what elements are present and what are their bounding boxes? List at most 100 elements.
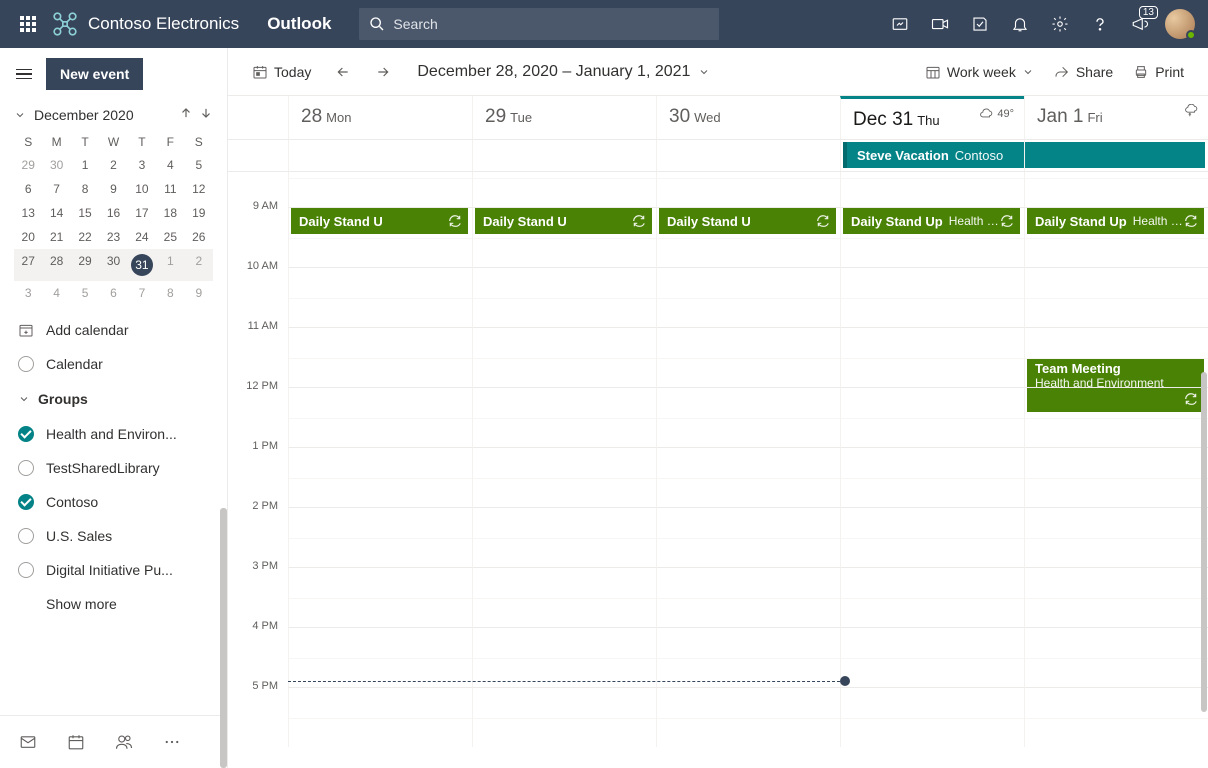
group-calendar-item[interactable]: Health and Environ... [0,417,227,451]
time-slot[interactable] [840,507,1024,567]
group-checkbox[interactable] [18,528,34,544]
time-slot[interactable] [840,627,1024,687]
mini-day-cell[interactable]: 6 [99,281,127,305]
time-slot[interactable] [288,172,472,207]
mini-day-cell[interactable]: 7 [128,281,156,305]
time-slot[interactable] [1024,687,1208,747]
time-slot[interactable] [656,507,840,567]
time-slot[interactable] [656,387,840,447]
mini-day-cell[interactable]: 31 [128,249,156,281]
time-slot[interactable] [472,387,656,447]
allday-row[interactable]: Steve Vacation Contoso [228,140,1208,172]
mini-day-cell[interactable]: 7 [42,177,70,201]
weather-indicator[interactable]: 49° [979,107,1014,121]
mini-day-cell[interactable]: 8 [71,177,99,201]
app-launcher-button[interactable] [8,0,48,48]
mini-day-cell[interactable]: 13 [14,201,42,225]
time-slot[interactable] [472,567,656,627]
help-icon[interactable] [1080,0,1120,48]
mini-day-cell[interactable]: 1 [71,153,99,177]
mini-day-cell[interactable]: 26 [185,225,213,249]
time-slot[interactable]: Daily Stand U [656,207,840,267]
day-header[interactable]: 30Wed [656,96,840,139]
mini-day-cell[interactable]: 1 [156,249,184,281]
time-slot[interactable] [840,267,1024,327]
mini-day-cell[interactable]: 25 [156,225,184,249]
mini-day-cell[interactable]: 19 [185,201,213,225]
mini-day-cell[interactable]: 27 [14,249,42,281]
more-modules-button[interactable] [152,724,192,760]
mini-day-cell[interactable]: 16 [99,201,127,225]
mini-day-cell[interactable]: 9 [99,177,127,201]
time-slot[interactable] [656,267,840,327]
time-slot[interactable] [472,627,656,687]
today-button[interactable]: Today [244,58,319,86]
day-header[interactable]: 29Tue [472,96,656,139]
group-calendar-item[interactable]: U.S. Sales [0,519,227,553]
time-slot[interactable] [840,327,1024,387]
mini-day-cell[interactable]: 14 [42,201,70,225]
calendar-event[interactable]: Daily Stand UpHealth and Environment [843,208,1020,234]
mini-day-cell[interactable]: 8 [156,281,184,305]
mini-day-cell[interactable]: 10 [128,177,156,201]
mail-module-button[interactable] [8,724,48,760]
time-slot[interactable] [840,687,1024,747]
day-header[interactable]: 28Mon [288,96,472,139]
nav-toggle-button[interactable] [12,62,36,87]
mini-day-cell[interactable]: 22 [71,225,99,249]
mini-day-cell[interactable]: 23 [99,225,127,249]
group-checkbox[interactable] [18,460,34,476]
sidebar-scrollbar[interactable] [220,508,227,768]
group-checkbox[interactable] [18,562,34,578]
mini-day-cell[interactable]: 18 [156,201,184,225]
time-slot[interactable]: Daily Stand UpHealth and Environ [1024,207,1208,267]
add-calendar-button[interactable]: Add calendar [0,313,227,347]
time-slot[interactable]: Daily Stand U [472,207,656,267]
mini-day-cell[interactable]: 29 [71,249,99,281]
group-calendar-item[interactable]: TestSharedLibrary [0,451,227,485]
people-module-button[interactable] [104,724,144,760]
mini-day-cell[interactable]: 3 [128,153,156,177]
next-month-button[interactable] [199,106,213,123]
time-slot[interactable] [288,687,472,747]
time-slot[interactable]: Daily Stand UpHealth and Environment [840,207,1024,267]
tasks-icon[interactable] [960,0,1000,48]
mini-day-cell[interactable]: 28 [42,249,70,281]
teams-call-icon[interactable] [880,0,920,48]
calendar-event[interactable]: Daily Stand U [659,208,836,234]
time-slot[interactable] [472,172,656,207]
mini-day-cell[interactable]: 3 [14,281,42,305]
time-slot[interactable] [1024,387,1208,447]
mini-day-cell[interactable]: 21 [42,225,70,249]
time-slot[interactable]: Daily Stand U [288,207,472,267]
time-slot[interactable] [840,172,1024,207]
group-calendar-item[interactable]: Contoso [0,485,227,519]
announcements-icon[interactable]: 13 [1120,0,1160,48]
time-slot[interactable] [1024,507,1208,567]
mini-day-cell[interactable]: 20 [14,225,42,249]
group-checkbox[interactable] [18,426,34,442]
mini-day-cell[interactable]: 24 [128,225,156,249]
notifications-icon[interactable] [1000,0,1040,48]
mini-day-cell[interactable]: 6 [14,177,42,201]
groups-section-header[interactable]: Groups [0,381,227,417]
mini-day-cell[interactable]: 17 [128,201,156,225]
calendar-module-button[interactable] [56,724,96,760]
group-checkbox[interactable] [18,494,34,510]
mini-day-cell[interactable]: 4 [156,153,184,177]
mini-day-cell[interactable]: 9 [185,281,213,305]
print-button[interactable]: Print [1125,58,1192,86]
settings-icon[interactable] [1040,0,1080,48]
share-button[interactable]: Share [1046,58,1121,86]
calendar-event[interactable]: Daily Stand U [291,208,468,234]
calendar-scrollbar[interactable] [1201,372,1207,712]
time-slot[interactable] [656,327,840,387]
time-slot[interactable] [288,447,472,507]
time-slot[interactable] [1024,267,1208,327]
mini-day-cell[interactable]: 2 [185,249,213,281]
time-slot[interactable] [288,267,472,327]
date-range-picker[interactable]: December 28, 2020 – January 1, 2021 [417,63,710,81]
time-slot[interactable] [656,567,840,627]
new-event-button[interactable]: New event [46,58,143,90]
mini-day-cell[interactable]: 5 [71,281,99,305]
